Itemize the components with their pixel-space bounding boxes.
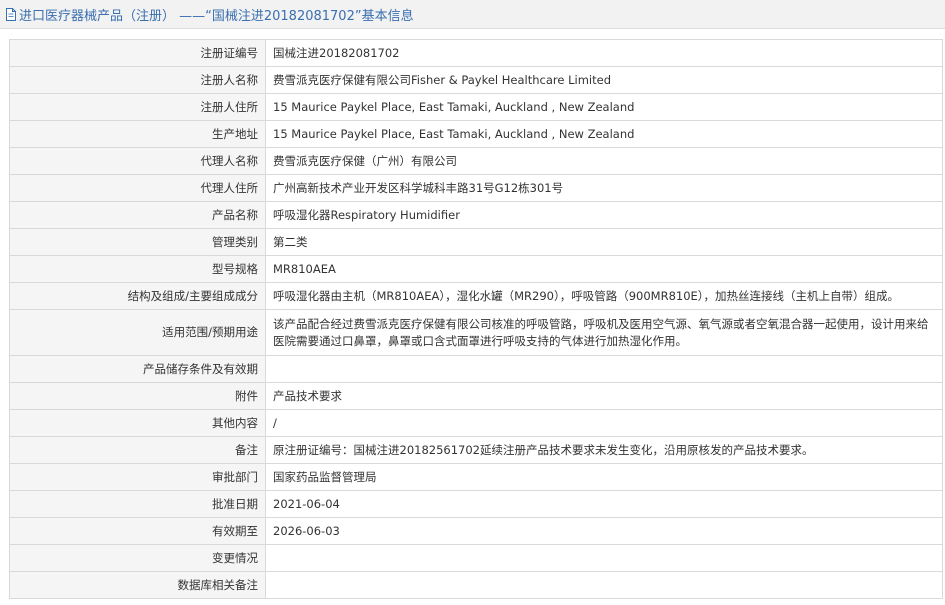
- table-row: 型号规格 MR810AEA: [9, 255, 943, 283]
- row-value: [265, 571, 943, 599]
- table-row: 注册人住所 15 Maurice Paykel Place, East Tamak…: [9, 93, 943, 121]
- table-row: 代理人住所 广州高新技术产业开发区科学城科丰路31号G12栋301号: [9, 174, 943, 202]
- row-value: 2026-06-03: [265, 517, 943, 545]
- row-label: 附件: [9, 382, 266, 410]
- table-row: 产品名称 呼吸湿化器Respiratory Humidifier: [9, 201, 943, 229]
- table-row: 结构及组成/主要组成成分 呼吸湿化器由主机（MR810AEA），湿化水罐（MR29…: [9, 282, 943, 310]
- row-value: 该产品配合经过费雪派克医疗保健有限公司核准的呼吸管路，呼吸机及医用空气源、氧气源…: [265, 309, 943, 356]
- row-label: 生产地址: [9, 120, 266, 148]
- row-value: MR810AEA: [265, 255, 943, 283]
- table-row: 适用范围/预期用途 该产品配合经过费雪派克医疗保健有限公司核准的呼吸管路，呼吸机及…: [9, 309, 943, 356]
- row-label: 结构及组成/主要组成成分: [9, 282, 266, 310]
- row-value: 国家药品监督管理局: [265, 463, 943, 491]
- document-icon: [6, 7, 16, 21]
- info-table-container: 注册证编号 国械注进20182081702 注册人名称 费雪派克医疗保健有限公司Fi…: [9, 39, 943, 599]
- row-value: [265, 355, 943, 383]
- table-row: 注册人名称 费雪派克医疗保健有限公司Fisher & Paykel Healthc…: [9, 66, 943, 94]
- row-value: 费雪派克医疗保健有限公司Fisher & Paykel Healthcare L…: [265, 66, 943, 94]
- table-row: 生产地址 15 Maurice Paykel Place, East Tamaki…: [9, 120, 943, 148]
- page-header: 进口医疗器械产品（注册） ——“国械注进20182081702”基本信息: [0, 0, 945, 29]
- row-label: 注册人名称: [9, 66, 266, 94]
- table-row: 注册证编号 国械注进20182081702: [9, 39, 943, 67]
- row-label: 管理类别: [9, 228, 266, 256]
- table-row: 有效期至 2026-06-03: [9, 517, 943, 545]
- row-label: 变更情况: [9, 544, 266, 572]
- row-value: [265, 544, 943, 572]
- row-value: 呼吸湿化器由主机（MR810AEA），湿化水罐（MR290），呼吸管路（900M…: [265, 282, 943, 310]
- row-label: 有效期至: [9, 517, 266, 545]
- row-label: 适用范围/预期用途: [9, 309, 266, 356]
- row-label: 数据库相关备注: [9, 571, 266, 599]
- row-value: 费雪派克医疗保健（广州）有限公司: [265, 147, 943, 175]
- row-value: 原注册证编号：国械注进20182561702延续注册产品技术要求未发生变化，沿用…: [265, 436, 943, 464]
- row-label: 产品名称: [9, 201, 266, 229]
- row-value: 2021-06-04: [265, 490, 943, 518]
- table-row: 审批部门 国家药品监督管理局: [9, 463, 943, 491]
- row-label: 批准日期: [9, 490, 266, 518]
- row-label: 备注: [9, 436, 266, 464]
- row-label: 代理人住所: [9, 174, 266, 202]
- table-row: 备注 原注册证编号：国械注进20182561702延续注册产品技术要求未发生变化，…: [9, 436, 943, 464]
- row-label: 其他内容: [9, 409, 266, 437]
- table-row: 代理人名称 费雪派克医疗保健（广州）有限公司: [9, 147, 943, 175]
- row-label: 型号规格: [9, 255, 266, 283]
- row-value: 呼吸湿化器Respiratory Humidifier: [265, 201, 943, 229]
- page-title: 进口医疗器械产品（注册） ——“国械注进20182081702”基本信息: [19, 8, 414, 24]
- row-value: 产品技术要求: [265, 382, 943, 410]
- row-value: /: [265, 409, 943, 437]
- row-label: 审批部门: [9, 463, 266, 491]
- row-value: 广州高新技术产业开发区科学城科丰路31号G12栋301号: [265, 174, 943, 202]
- row-value: 15 Maurice Paykel Place, East Tamaki, Au…: [265, 120, 943, 148]
- table-row: 其他内容 /: [9, 409, 943, 437]
- table-row: 变更情况: [9, 544, 943, 572]
- table-row: 批准日期 2021-06-04: [9, 490, 943, 518]
- row-value: 第二类: [265, 228, 943, 256]
- info-table: 注册证编号 国械注进20182081702 注册人名称 费雪派克医疗保健有限公司Fi…: [9, 39, 943, 599]
- row-value: 国械注进20182081702: [265, 39, 943, 67]
- table-row: 产品储存条件及有效期: [9, 355, 943, 383]
- row-label: 注册人住所: [9, 93, 266, 121]
- row-label: 代理人名称: [9, 147, 266, 175]
- table-row: 附件 产品技术要求: [9, 382, 943, 410]
- table-row: 管理类别 第二类: [9, 228, 943, 256]
- row-label: 注册证编号: [9, 39, 266, 67]
- table-row: 数据库相关备注: [9, 571, 943, 599]
- row-value: 15 Maurice Paykel Place, East Tamaki, Au…: [265, 93, 943, 121]
- row-label: 产品储存条件及有效期: [9, 355, 266, 383]
